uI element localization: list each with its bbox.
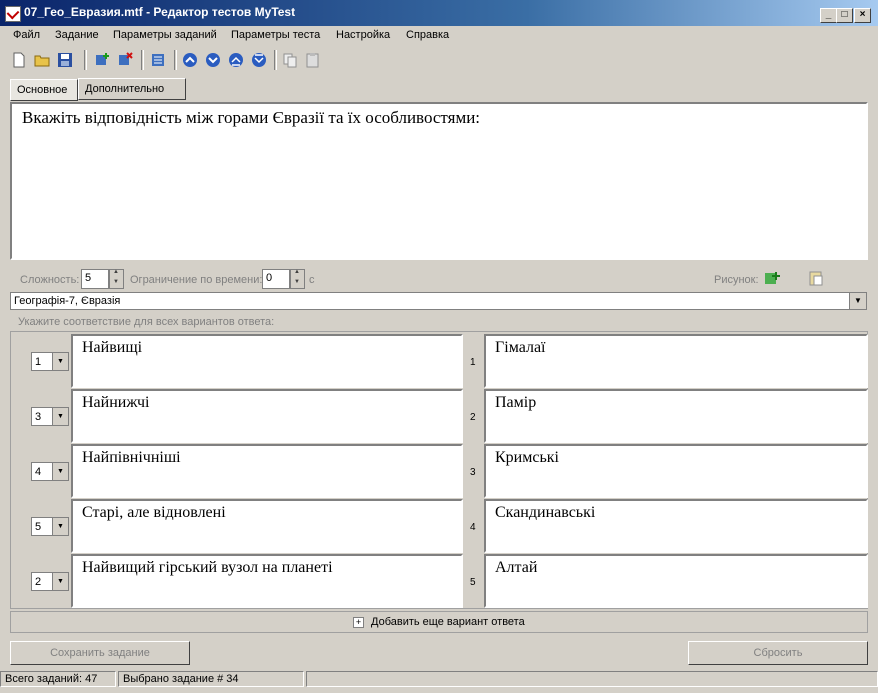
status-bar: Всего заданий: 47 Выбрано задание # 34 xyxy=(0,670,878,688)
tab-additional[interactable]: Дополнительно xyxy=(78,78,186,100)
topic-select[interactable]: Географія-7, Євразія ▼ xyxy=(10,292,867,310)
save-task-button[interactable]: Сохранить задание xyxy=(10,641,190,665)
chevron-down-icon[interactable]: ▼ xyxy=(52,353,68,370)
left-item[interactable]: Найвищий гірський вузол на планеті xyxy=(71,554,463,608)
picture-slot xyxy=(784,267,804,289)
left-item[interactable]: Найнижчі xyxy=(71,389,463,443)
app-icon xyxy=(5,6,21,22)
move-last-icon[interactable] xyxy=(250,51,268,69)
menu-file[interactable]: Файл xyxy=(13,29,40,41)
answer-hint: Укажите соответствие для всех вариантов … xyxy=(18,316,275,328)
paste-icon[interactable] xyxy=(304,51,322,69)
chevron-down-icon[interactable]: ▼ xyxy=(52,463,68,480)
reset-button[interactable]: Сбросить xyxy=(688,641,868,665)
right-item-number: 1 xyxy=(470,357,476,368)
save-icon[interactable] xyxy=(56,51,74,69)
right-item-number: 4 xyxy=(470,522,476,533)
move-up-icon[interactable] xyxy=(227,51,245,69)
order-select[interactable]: 2 ▼ xyxy=(31,572,69,591)
open-folder-icon[interactable] xyxy=(33,51,51,69)
close-button[interactable]: × xyxy=(854,8,871,23)
left-item[interactable]: Старі, але відновлені xyxy=(71,499,463,553)
add-task-icon[interactable] xyxy=(94,51,112,69)
toolbar-separator xyxy=(141,50,144,70)
status-empty-panel xyxy=(306,671,878,687)
order-select[interactable]: 5 ▼ xyxy=(31,517,69,536)
difficulty-input[interactable]: 5 xyxy=(81,269,109,289)
title-bar: 07_Гео_Евразия.mtf - Редактор тестов MyT… xyxy=(0,0,878,26)
time-limit-spinner[interactable] xyxy=(290,269,305,289)
plus-icon: + xyxy=(353,617,364,628)
minimize-button[interactable]: _ xyxy=(820,8,837,23)
move-down-icon[interactable] xyxy=(204,51,222,69)
menu-help[interactable]: Справка xyxy=(406,29,449,41)
tab-main[interactable]: Основное xyxy=(10,79,78,101)
paste-picture-icon[interactable] xyxy=(804,267,828,289)
right-item[interactable]: Скандинавські xyxy=(484,499,868,553)
chevron-down-icon[interactable]: ▼ xyxy=(52,408,68,425)
toolbar xyxy=(0,46,878,74)
topic-value: Географія-7, Євразія xyxy=(14,295,121,307)
add-picture-icon[interactable] xyxy=(760,267,784,289)
right-item[interactable]: Гімалаї xyxy=(484,334,868,388)
add-answer-label: Добавить еще вариант ответа xyxy=(371,616,525,628)
difficulty-label: Сложность: xyxy=(20,274,80,286)
delete-task-icon[interactable] xyxy=(117,51,135,69)
difficulty-spinner[interactable] xyxy=(109,269,124,289)
time-limit-input[interactable]: 0 xyxy=(262,269,290,289)
menu-test-params[interactable]: Параметры теста xyxy=(231,29,320,41)
left-item[interactable]: Найвищі xyxy=(71,334,463,388)
total-tasks-status: Всего заданий: 47 xyxy=(0,671,116,687)
menu-task[interactable]: Задание xyxy=(55,29,99,41)
right-item[interactable]: Алтай xyxy=(484,554,868,608)
order-select[interactable]: 4 ▼ xyxy=(31,462,69,481)
window-title: 07_Гео_Евразия.mtf - Редактор тестов MyT… xyxy=(24,5,296,19)
picture-label: Рисунок: xyxy=(714,274,759,286)
chevron-down-icon[interactable]: ▼ xyxy=(849,293,866,309)
time-unit: с xyxy=(309,274,315,286)
params-row: Сложность: 5 Ограничение по времени: 0 с… xyxy=(0,266,878,290)
new-file-icon[interactable] xyxy=(10,51,28,69)
maximize-button[interactable]: □ xyxy=(836,8,853,23)
left-item[interactable]: Найпівнічніші xyxy=(71,444,463,498)
toolbar-separator xyxy=(274,50,277,70)
order-select[interactable]: 3 ▼ xyxy=(31,407,69,426)
time-limit-label: Ограничение по времени: xyxy=(130,274,263,286)
chevron-down-icon[interactable]: ▼ xyxy=(52,518,68,535)
question-editor[interactable]: Вкажіть відповідність між горами Євразії… xyxy=(10,102,868,260)
task-list-icon[interactable] xyxy=(149,51,167,69)
menu-task-params[interactable]: Параметры заданий xyxy=(113,29,217,41)
selected-task-status: Выбрано задание # 34 xyxy=(118,671,304,687)
order-select[interactable]: 1 ▼ xyxy=(31,352,69,371)
right-item-number: 3 xyxy=(470,467,476,478)
toolbar-separator xyxy=(84,50,87,70)
chevron-down-icon[interactable]: ▼ xyxy=(52,573,68,590)
add-answer-button[interactable]: + Добавить еще вариант ответа xyxy=(10,611,868,633)
right-item-number: 5 xyxy=(470,577,476,588)
menu-bar: Файл Задание Параметры заданий Параметры… xyxy=(0,26,878,46)
right-item[interactable]: Памір xyxy=(484,389,868,443)
toolbar-separator xyxy=(174,50,177,70)
question-text: Вкажіть відповідність між горами Євразії… xyxy=(22,108,481,127)
menu-settings[interactable]: Настройка xyxy=(336,29,390,41)
copy-icon[interactable] xyxy=(281,51,299,69)
right-item[interactable]: Кримські xyxy=(484,444,868,498)
move-first-icon[interactable] xyxy=(181,51,199,69)
right-item-number: 2 xyxy=(470,412,476,423)
